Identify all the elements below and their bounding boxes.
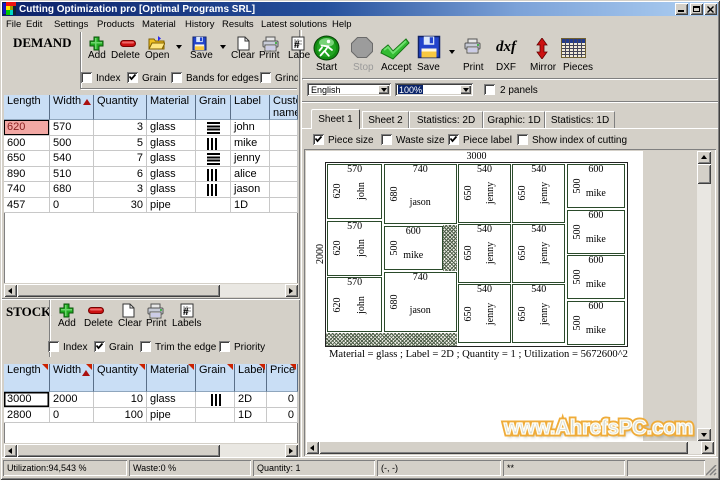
svg-text:#: # bbox=[183, 307, 189, 318]
